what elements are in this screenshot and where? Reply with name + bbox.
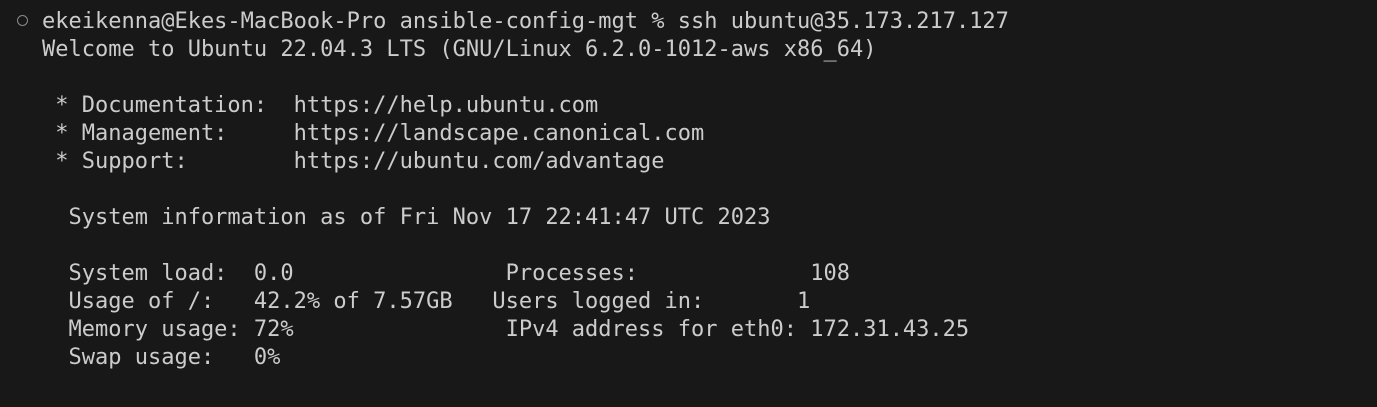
- prompt-user-host: ekeikenna@Ekes-MacBook-Pro: [42, 9, 387, 34]
- system-info-row: Memory usage: 72% IPv4 address for eth0:…: [42, 317, 970, 342]
- command-text: ssh ubuntu@35.173.217.127: [677, 9, 1009, 34]
- prompt-symbol: %: [651, 9, 665, 34]
- prompt-line: ekeikenna@Ekes-MacBook-Pro ansible-confi…: [42, 8, 1009, 36]
- prompt-directory: ansible-config-mgt: [399, 9, 639, 34]
- documentation-line: * Documentation: https://help.ubuntu.com: [42, 93, 599, 118]
- welcome-line: Welcome to Ubuntu 22.04.3 LTS (GNU/Linux…: [42, 37, 877, 62]
- system-info-row: Usage of /: 42.2% of 7.57GB Users logged…: [42, 289, 811, 314]
- support-line: * Support: https://ubuntu.com/advantage: [42, 149, 665, 174]
- management-line: * Management: https://landscape.canonica…: [42, 121, 705, 146]
- system-info-header: System information as of Fri Nov 17 22:4…: [42, 205, 771, 230]
- terminal-panel[interactable]: ekeikenna@Ekes-MacBook-Pro ansible-confi…: [0, 0, 1377, 407]
- system-info-row: Swap usage: 0%: [42, 345, 281, 370]
- command-status-circle-icon: [17, 15, 28, 26]
- system-info-row: System load: 0.0 Processes: 108: [42, 261, 850, 286]
